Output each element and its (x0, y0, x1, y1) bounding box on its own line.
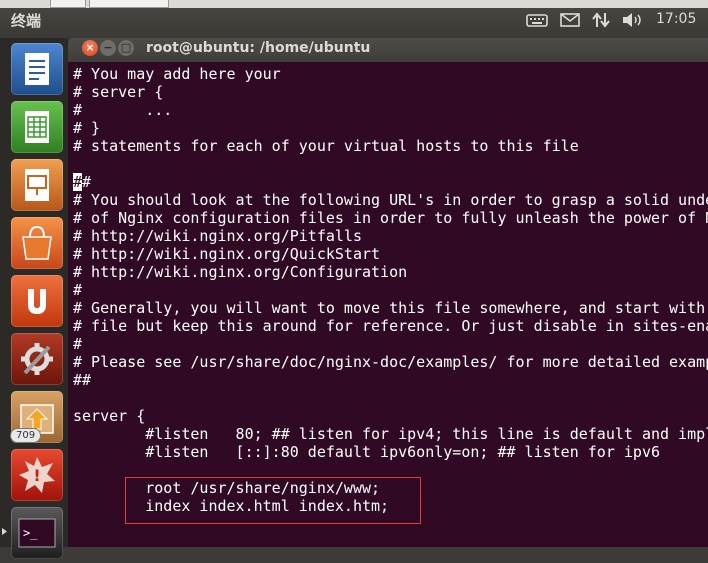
terminal-line: ## (73, 371, 92, 389)
terminal-line: #listen 80; ## listen for ipv4; this lin… (73, 425, 708, 443)
writer-icon[interactable] (11, 43, 63, 95)
network-arrows-icon[interactable] (592, 12, 610, 28)
software-center-icon[interactable] (11, 217, 63, 269)
top-panel: 终端 17:05 (0, 0, 708, 38)
terminal-text: # You may add here your # server { # ...… (73, 65, 708, 515)
background-window-tab (89, 0, 169, 8)
terminal-line: # (73, 335, 83, 353)
terminal-line: # Generally, you will want to move this … (73, 299, 706, 317)
terminal-line: # ... (73, 101, 173, 119)
window-titlebar[interactable]: × − □ root@ubuntu: /home/ubuntu (68, 38, 708, 62)
terminal-line: # You may add here your (73, 65, 281, 83)
highlight-annotation-box (125, 477, 421, 524)
running-indicator (2, 528, 7, 535)
keyboard-icon[interactable] (526, 12, 548, 28)
terminal-line: # You should look at the following URL's… (73, 191, 708, 209)
crash-report-icon[interactable]: ! (11, 449, 63, 501)
terminal-icon[interactable]: >_ (11, 507, 63, 559)
terminal-line: # } (73, 119, 101, 137)
terminal-line: # statements for each of your virtual ho… (73, 137, 579, 155)
svg-text:>_: >_ (23, 526, 38, 540)
background-window-tab (50, 0, 86, 8)
window-title: root@ubuntu: /home/ubuntu (146, 40, 371, 56)
clock[interactable]: 17:05 (656, 11, 696, 27)
app-title: 终端 (11, 12, 42, 30)
svg-text:!: ! (33, 466, 40, 485)
launcher: 709 ! >_ (0, 38, 68, 559)
terminal-line: server { (73, 407, 146, 425)
terminal-line: # file but keep this around for referenc… (73, 317, 708, 335)
terminal-line: # server { (73, 83, 164, 101)
maximize-button[interactable]: □ (118, 40, 134, 56)
volume-icon[interactable] (622, 12, 644, 28)
minimize-button[interactable]: − (100, 40, 116, 56)
terminal-line: # Please see /usr/share/doc/nginx-doc/ex… (73, 353, 708, 371)
impress-icon[interactable] (11, 159, 63, 211)
calc-icon[interactable] (11, 101, 63, 153)
terminal-line: # (73, 281, 83, 299)
terminal-line: # http://wiki.nginx.org/Configuration (73, 263, 408, 281)
terminal-line: # of Nginx configuration files in order … (73, 209, 708, 227)
text-cursor: # (73, 173, 83, 191)
mail-icon[interactable] (560, 12, 580, 28)
terminal-line: #listen [::]:80 default ipv6only=on; ## … (73, 443, 660, 461)
close-button[interactable]: × (82, 40, 98, 56)
terminal-line: # http://wiki.nginx.org/Pitfalls (73, 227, 362, 245)
terminal-body[interactable]: # You may add here your # server { # ...… (68, 62, 708, 547)
terminal-line: ## (73, 173, 92, 191)
system-settings-icon[interactable] (11, 333, 63, 385)
ubuntu-one-icon[interactable] (11, 275, 63, 327)
update-count-badge: 709 (11, 429, 41, 442)
terminal-line: # http://wiki.nginx.org/QuickStart (73, 245, 381, 263)
